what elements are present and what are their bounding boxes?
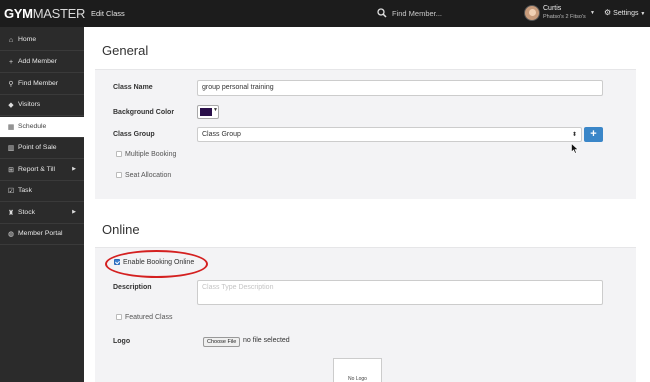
sidebar-item-label: Schedule bbox=[18, 123, 47, 130]
sidebar-item-label: Add Member bbox=[18, 58, 57, 65]
sidebar-item-visitors[interactable]: ◆ Visitors bbox=[0, 95, 84, 116]
sidebar-item-label: Member Portal bbox=[18, 230, 63, 237]
color-swatch bbox=[200, 108, 212, 116]
barcode-icon: ▥ bbox=[7, 145, 15, 152]
plus-icon: + bbox=[8, 59, 14, 66]
search-icon[interactable] bbox=[377, 8, 387, 18]
tag-icon: ◆ bbox=[8, 102, 14, 109]
description-textarea[interactable] bbox=[197, 280, 603, 305]
search-icon: ⚲ bbox=[8, 81, 14, 88]
sidebar-item-label: Point of Sale bbox=[18, 144, 57, 151]
sidebar-item-label: Stock bbox=[18, 209, 35, 216]
home-icon: ⌂ bbox=[8, 37, 14, 44]
sidebar-item-schedule[interactable]: ▦ Schedule bbox=[0, 117, 84, 138]
chevron-down-icon: ▼ bbox=[213, 107, 218, 113]
user-menu[interactable]: Curtis Phatso's 2 Fitso's ▼ bbox=[520, 3, 600, 24]
highlight-annotation-ring bbox=[105, 250, 208, 278]
sidebar-item-home[interactable]: ⌂ Home bbox=[0, 30, 84, 51]
sidebar-item-label: Home bbox=[18, 36, 37, 43]
checkbox-box[interactable] bbox=[116, 172, 122, 178]
check-square-icon: ☑ bbox=[7, 188, 15, 195]
checkbox-box[interactable] bbox=[116, 314, 122, 320]
gear-icon: ⚙ bbox=[604, 8, 612, 17]
gymmaster-logo[interactable]: GYMMASTER bbox=[4, 6, 86, 22]
add-class-group-button[interactable]: + bbox=[584, 127, 603, 142]
multiple-booking-checkbox[interactable]: Multiple Booking bbox=[116, 151, 176, 158]
chevron-down-icon: ▼ bbox=[590, 10, 595, 16]
user-club-name: Phatso's 2 Fitso's bbox=[543, 14, 586, 20]
class-name-input[interactable]: group personal training bbox=[197, 80, 603, 96]
sidebar-item-add-member[interactable]: + Add Member bbox=[0, 52, 84, 73]
sidebar-item-label: Find Member bbox=[18, 80, 59, 87]
settings-label: Settings bbox=[613, 10, 639, 17]
checkbox-box[interactable] bbox=[116, 151, 122, 157]
settings-menu[interactable]: ⚙ Settings ▼ bbox=[604, 8, 645, 17]
background-color-label: Background Color bbox=[113, 109, 175, 116]
sidebar-item-stock[interactable]: ♜ Stock ▶ bbox=[0, 203, 84, 224]
logo-part1: GYM bbox=[4, 6, 33, 21]
sidebar-item-member-portal[interactable]: ◍ Member Portal bbox=[0, 224, 84, 245]
logo-preview: No Logo bbox=[333, 358, 382, 382]
cart-icon: ⊞ bbox=[8, 167, 14, 174]
background-color-picker[interactable]: ▼ bbox=[197, 105, 219, 119]
calendar-icon: ▦ bbox=[7, 124, 15, 131]
seat-allocation-checkbox[interactable]: Seat Allocation bbox=[116, 172, 171, 179]
class-group-label: Class Group bbox=[113, 131, 155, 138]
sidebar: ⌂ Home + Add Member ⚲ Find Member ◆ Visi… bbox=[0, 27, 84, 382]
description-label: Description bbox=[113, 284, 152, 291]
top-bar: GYMMASTER Edit Class Curtis Phatso's 2 F… bbox=[0, 0, 650, 27]
find-member-input[interactable] bbox=[392, 7, 502, 20]
class-name-label: Class Name bbox=[113, 84, 153, 91]
sidebar-item-label: Visitors bbox=[18, 101, 41, 108]
mouse-cursor-icon bbox=[571, 143, 579, 154]
chevron-right-icon: ▶ bbox=[72, 209, 76, 215]
select-arrows-icon: ⬍ bbox=[571, 132, 577, 138]
choose-file-button[interactable]: Choose File bbox=[203, 337, 241, 347]
featured-class-checkbox[interactable]: Featured Class bbox=[116, 314, 172, 321]
logo-part2: MASTER bbox=[32, 6, 86, 21]
sidebar-item-find-member[interactable]: ⚲ Find Member bbox=[0, 74, 84, 95]
globe-icon: ◍ bbox=[7, 231, 15, 238]
seat-allocation-label: Seat Allocation bbox=[125, 172, 172, 179]
file-status-text: no file selected bbox=[243, 337, 290, 344]
trophy-icon: ♜ bbox=[7, 210, 15, 217]
sidebar-item-label: Report & Till bbox=[18, 166, 56, 173]
multiple-booking-label: Multiple Booking bbox=[125, 151, 177, 158]
sidebar-item-point-of-sale[interactable]: ▥ Point of Sale bbox=[0, 138, 84, 159]
sidebar-item-report-till[interactable]: ⊞ Report & Till ▶ bbox=[0, 160, 84, 181]
online-section-title: Online bbox=[102, 222, 140, 237]
logo-placeholder-text: No Logo bbox=[348, 376, 367, 382]
sidebar-item-label: Task bbox=[18, 187, 32, 194]
avatar bbox=[524, 5, 540, 21]
sidebar-item-task[interactable]: ☑ Task bbox=[0, 181, 84, 202]
class-group-value: Class Group bbox=[202, 131, 241, 138]
chevron-right-icon: ▶ bbox=[72, 166, 76, 172]
chevron-down-icon: ▼ bbox=[640, 11, 646, 17]
user-name: Curtis bbox=[543, 5, 562, 12]
logo-label: Logo bbox=[113, 338, 131, 345]
page-heading: Edit Class bbox=[91, 9, 125, 18]
class-group-select[interactable]: Class Group ⬍ bbox=[197, 127, 582, 142]
featured-class-label: Featured Class bbox=[125, 314, 173, 321]
general-section-title: General bbox=[102, 43, 149, 58]
